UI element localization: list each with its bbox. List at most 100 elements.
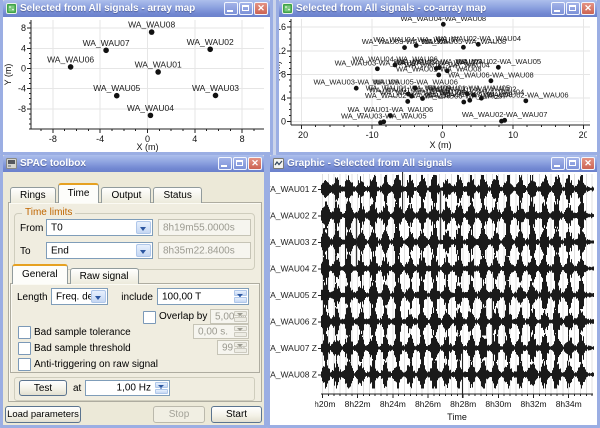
dropdown-arrow-icon[interactable] [91,290,106,303]
maximize-icon[interactable] [233,157,247,170]
array-map-plot[interactable]: -8-4048-8-4048X (m)Y (m)WA_WAU01WA_WAU02… [3,17,270,152]
coarray-map-plot[interactable]: -20-10010200481216X (m)Y (m)WA_WAU01-WA_… [279,17,597,152]
time-tick-label: 8h28m [450,399,476,409]
window-graphic: Graphic - Selected from All signals WA_W… [267,155,600,428]
bad-sample-tolerance-label: Bad sample tolerance [34,327,131,338]
seismic-traces-plot[interactable]: WA_WAU01 ZWA_WAU02 ZWA_WAU03 ZWA_WAU04 Z… [270,172,597,425]
from-combobox[interactable]: T0 [46,219,153,236]
titlebar-spac[interactable]: SPAC toolbox [3,155,264,172]
station-dot [114,93,120,99]
dropdown-arrow-icon[interactable] [136,244,151,257]
svg-text:X (m): X (m) [430,140,452,150]
station-dot-label: WA_WAU05 [93,83,140,93]
spin-down-icon[interactable] [155,389,168,395]
dropdown-arrow-icon[interactable] [136,221,151,234]
overlap-spinbox[interactable]: 5,00 % [210,309,249,324]
to-time-field[interactable]: 8h35m22.8400s [158,242,251,259]
svg-text:16: 16 [279,22,286,32]
trace-waveform [322,361,594,389]
anti-triggering-label: Anti-triggering on raw signal [34,359,158,370]
bad-sample-tolerance-spinbox[interactable]: 0,00 s. [193,324,249,339]
titlebar-array-map[interactable]: Selected from All signals - array map [3,0,270,17]
maximize-icon[interactable] [239,2,253,15]
signal-tabbar: General Raw signal [12,264,141,284]
time-limits-label: Time limits [22,207,75,218]
station-dot-label: WA_WAU06 [47,54,94,64]
start-button[interactable]: Start [211,406,262,423]
titlebar-graphic[interactable]: Graphic - Selected from All signals [270,155,597,172]
tab-rings[interactable]: Rings [10,187,56,203]
trace-label: WA_WAU07 Z [270,343,317,353]
length-label: Length [17,292,48,303]
from-time-value: 8h19m55.0000s [163,222,235,233]
minimize-icon[interactable] [218,157,232,170]
spin-down-icon[interactable] [234,348,247,353]
overlap-checkbox[interactable] [143,311,156,324]
tab-output[interactable]: Output [101,187,151,203]
station-dot-label: WA_WAU03 [192,83,239,93]
minimize-icon[interactable] [224,2,238,15]
map-icon [6,3,17,14]
minimize-icon[interactable] [551,2,565,15]
test-button[interactable]: Test [19,380,67,396]
tab-raw-signal[interactable]: Raw signal [70,268,139,284]
time-tick-label: 8h34m [556,399,582,409]
bad-sample-tolerance-checkbox[interactable] [18,326,31,339]
station-dot [149,29,155,35]
svg-text:-4: -4 [18,84,26,94]
pair-dot-label: WA_WAU05-WA_WAU08 [421,37,507,46]
spin-down-icon[interactable] [234,317,247,322]
spin-down-icon[interactable] [234,297,247,303]
from-value: T0 [51,222,63,233]
include-label: include [113,292,153,303]
anti-triggering-checkbox[interactable] [18,358,31,371]
maximize-icon[interactable] [566,2,580,15]
svg-text:4: 4 [192,134,197,144]
svg-text:X (m): X (m) [137,142,159,152]
stop-label: Stop [169,409,190,420]
stop-button[interactable]: Stop [153,406,205,423]
svg-text:12: 12 [279,46,286,56]
trace-label: WA_WAU05 Z [270,290,317,300]
station-dot-label: WA_WAU02 [187,37,234,47]
maximize-icon[interactable] [566,157,580,170]
frequency-spinbox[interactable]: 1,00 Hz [85,380,170,396]
svg-text:10: 10 [508,130,518,140]
to-combobox[interactable]: End [46,242,153,259]
tab-status[interactable]: Status [153,187,201,203]
svg-text:4: 4 [21,43,26,53]
window-array-map: Selected from All signals - array map -8… [0,0,273,155]
svg-text:-8: -8 [49,134,57,144]
svg-text:0: 0 [440,130,445,140]
close-icon[interactable] [581,157,595,170]
close-icon[interactable] [254,2,268,15]
to-value: End [51,245,69,256]
bad-sample-threshold-checkbox[interactable] [18,342,31,355]
trace-waveform [322,175,594,203]
include-spinbox[interactable]: 100,00 T [157,288,249,305]
trace-label: WA_WAU06 Z [270,317,317,327]
to-time-value: 8h35m22.8400s [163,245,235,256]
at-label: at [73,383,81,394]
tab-general[interactable]: General [12,264,68,284]
chart-icon [273,158,284,169]
load-parameters-button[interactable]: Load parameters [5,406,81,423]
titlebar-coarray-map[interactable]: Selected from All signals - co-array map [279,0,597,17]
from-time-field[interactable]: 8h19m55.0000s [158,219,251,236]
spin-down-icon[interactable] [234,332,247,337]
pair-dot-label: WA_WAU03-WA_WAU05 [341,111,427,120]
bad-sample-tolerance-value: 0,00 s. [198,326,228,337]
svg-text:Y (m): Y (m) [279,61,282,83]
close-icon[interactable] [581,2,595,15]
length-combobox[interactable]: Freq. dep. [51,288,108,305]
time-tick-label: 8h26m [415,399,441,409]
close-icon[interactable] [248,157,262,170]
station-dot [148,113,154,119]
minimize-icon[interactable] [551,157,565,170]
test-button-label: Test [34,383,52,394]
station-dot [213,93,219,99]
spac-tabbar: Rings Time Output Status [10,183,204,203]
tab-time[interactable]: Time [58,183,100,203]
window-title: Selected from All signals - array map [20,3,223,14]
bad-sample-threshold-spinbox[interactable]: 99 % [217,340,249,355]
